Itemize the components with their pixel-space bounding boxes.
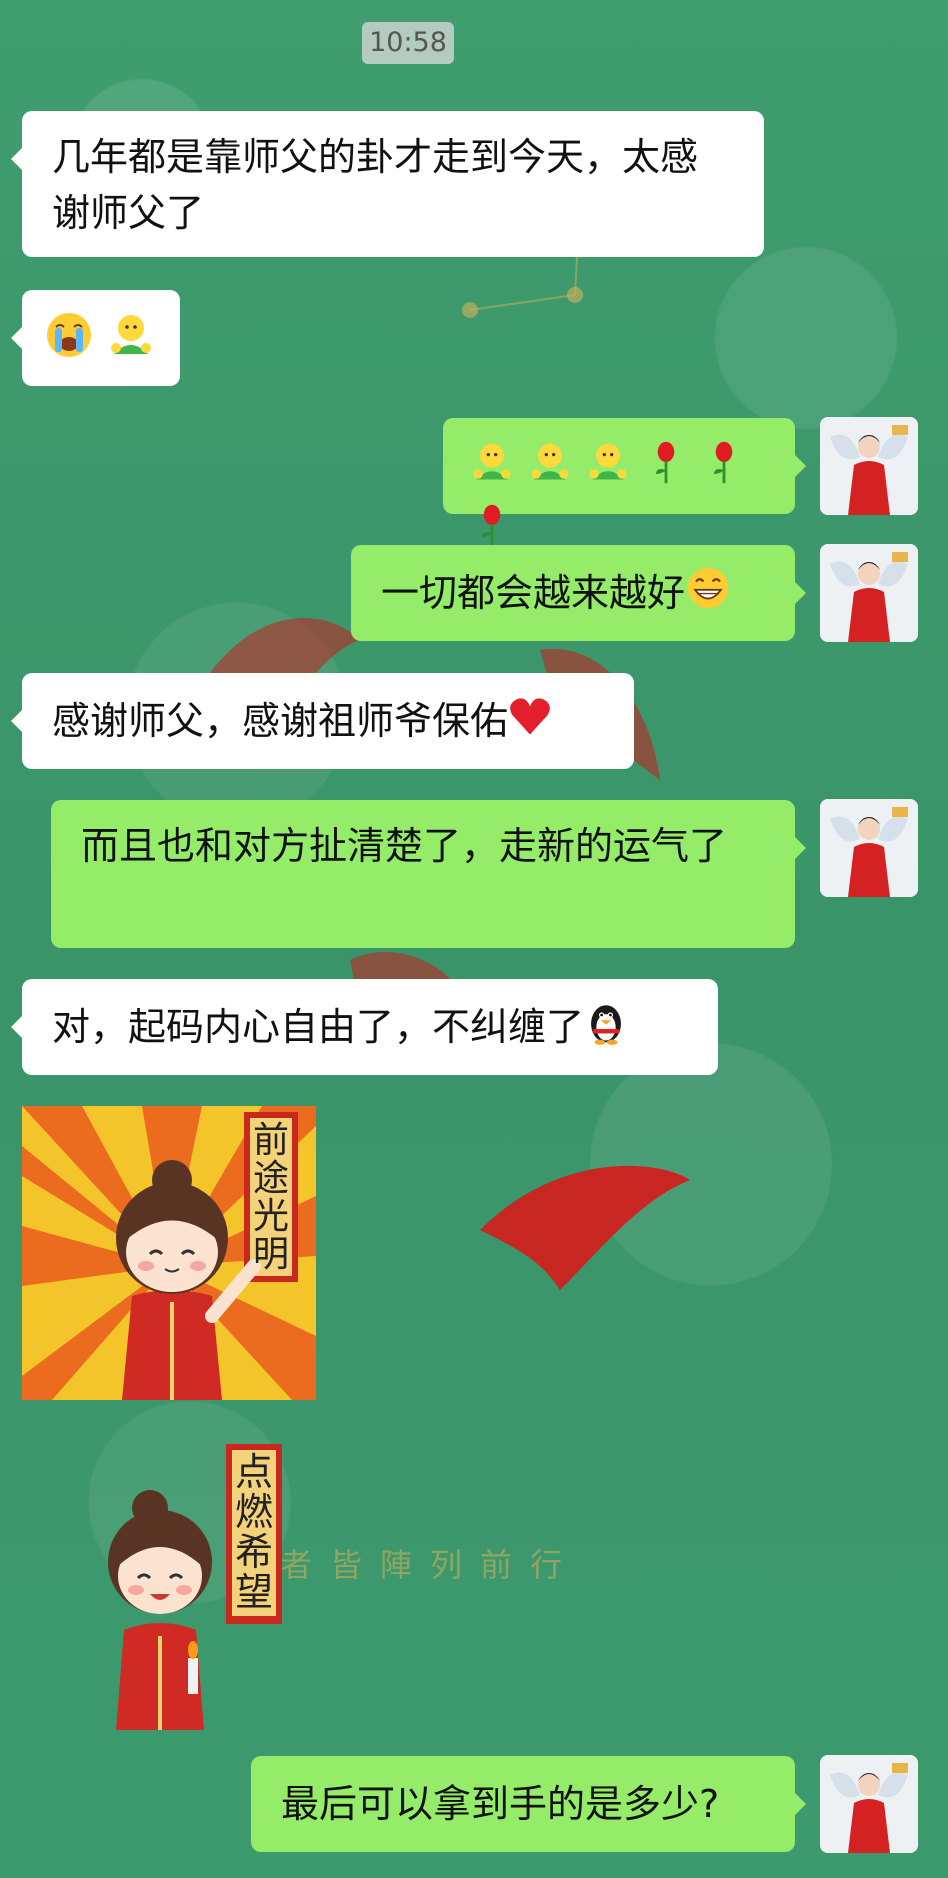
shrug-man-icon [106, 310, 156, 375]
message-text: 最后可以拿到手的是多少? [281, 1782, 720, 1826]
message-bubble-incoming[interactable] [11, 290, 180, 386]
avatar-self[interactable] [820, 417, 918, 515]
sticker-caption: 点燃希望 [234, 1450, 273, 1614]
sticker-light-hope[interactable]: 点燃希望 [80, 1440, 312, 1730]
message-text: 而且也和对方扯清楚了，走新的运气了 [81, 824, 728, 868]
avatar-self[interactable] [820, 799, 918, 897]
shrug-man-icon [527, 438, 573, 501]
sticker-illustration [108, 1444, 282, 1730]
shrug-man-icon [469, 438, 515, 501]
rose-icon [701, 438, 747, 501]
shrug-man-icon [585, 438, 631, 501]
message-bubble-outgoing[interactable]: 最后可以拿到手的是多少? [251, 1756, 806, 1852]
message-text: 几年都是靠师父的卦才走到今天，太感谢师父了 [52, 135, 699, 235]
sticker-caption: 前途光明 [252, 1120, 289, 1275]
red-heart-icon [508, 695, 552, 752]
grinning-face-icon [685, 565, 731, 626]
sticker-bright-future[interactable]: 前途光明 [22, 1106, 316, 1400]
penguin-icon [584, 999, 628, 1060]
message-bubble-outgoing[interactable]: 而且也和对方扯清楚了，走新的运气了 [51, 800, 806, 948]
loudly-crying-face-icon [44, 310, 94, 375]
message-bubble-incoming[interactable]: 对，起码内心自由了，不纠缠了 [11, 979, 718, 1075]
avatar-self[interactable] [820, 1755, 918, 1853]
message-text: 一切都会越来越好 [381, 571, 686, 615]
message-bubble-incoming[interactable]: 几年都是靠师父的卦才走到今天，太感谢师父了 [11, 111, 764, 257]
timestamp: 10:58 [362, 22, 454, 64]
message-bubble-outgoing[interactable] [443, 418, 806, 547]
rose-icon [643, 438, 689, 501]
message-text: 对，起码内心自由了，不纠缠了 [52, 1005, 585, 1049]
message-bubble-incoming[interactable]: 感谢师父，感谢祖师爷保佑 [11, 673, 634, 769]
message-bubble-outgoing[interactable]: 一切都会越来越好 [351, 545, 806, 641]
message-text: 感谢师父，感谢祖师爷保佑 [52, 699, 509, 743]
avatar-self[interactable] [820, 544, 918, 642]
